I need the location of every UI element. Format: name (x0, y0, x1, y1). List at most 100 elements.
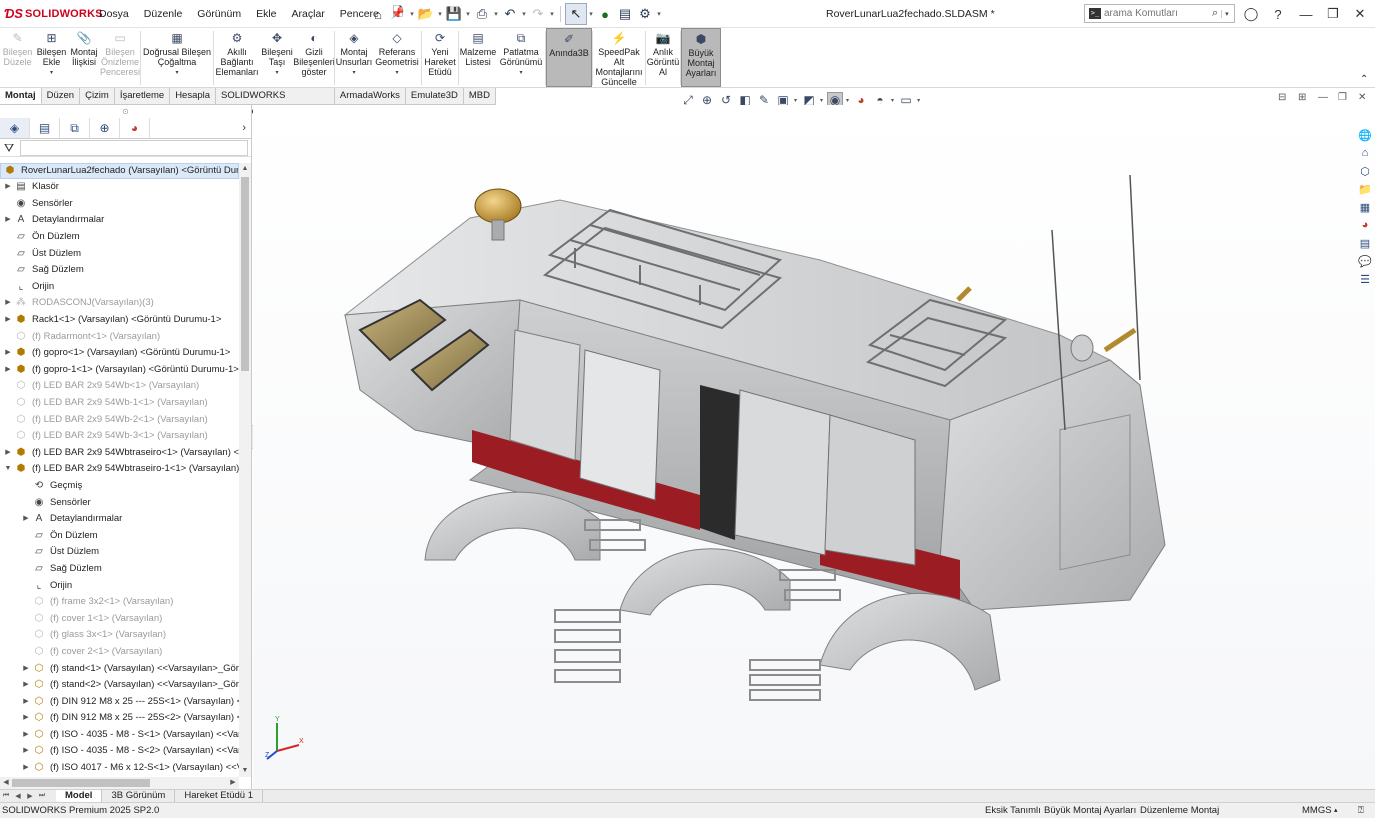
tree-item[interactable]: ◉ Sensörler (0, 196, 239, 213)
task-list-icon[interactable]: ☰ (1356, 270, 1374, 288)
tab-prev-icon[interactable]: ◀ (12, 792, 24, 800)
expand-arrow-icon[interactable]: ▶ (20, 677, 32, 693)
tree-item[interactable]: ▱ Sağ Düzlem (0, 262, 239, 279)
expand-arrow-icon[interactable]: ▶ (20, 511, 32, 527)
ribbon-show-hidden-button[interactable]: ◐ Gizli Bileşenleri göster (293, 28, 335, 87)
chevron-right-icon[interactable]: › (242, 118, 246, 138)
tree-item[interactable]: ▶ ⬡ (f) stand<2> (Varsayılan) <<Varsayılan… (0, 677, 239, 694)
restore-icon[interactable]: ❐ (1323, 4, 1343, 24)
ribbon-mate-button[interactable]: 📎 Montaj İlişkisi (68, 28, 100, 87)
ribbon-snapshot-button[interactable]: 📷 Anlık Görüntü Al (646, 28, 680, 87)
tree-item[interactable]: ▶ ⬢ (f) gopro<1> (Varsayılan) <Görüntü Dur… (0, 345, 239, 362)
tree-item[interactable]: ▶ ⬡ (f) ISO - 4035 - M8 - S<2> (Varsayılan… (0, 743, 239, 760)
tree-item[interactable]: ▱ Üst Düzlem (0, 245, 239, 262)
forum-icon[interactable]: 💬 (1356, 252, 1374, 270)
tree-item[interactable]: ⬡ (f) LED BAR 2x9 54Wb-3<1> (Varsayılan) (0, 428, 239, 445)
display-manager-icon[interactable]: ◕ (120, 118, 150, 138)
tree-horizontal-scrollbar[interactable]: ◀ ▶ (0, 777, 239, 789)
expand-arrow-icon[interactable]: ▶ (20, 743, 32, 759)
feature-manager-tree-icon[interactable]: ◈ (0, 118, 30, 138)
tree-item[interactable]: ▶ ⬢ (f) LED BAR 2x9 54Wbtraseiro<1> (Varsa… (0, 445, 239, 462)
print-icon[interactable]: ⎙ (472, 4, 492, 24)
collapse-arrow-icon[interactable]: ▼ (2, 461, 14, 477)
tree-item[interactable]: ⬡ (f) LED BAR 2x9 54Wb-1<1> (Varsayılan) (0, 395, 239, 412)
expand-arrow-icon[interactable]: ▶ (20, 710, 32, 726)
ribbon-component-preview-button[interactable]: ▭ Bileşen Önizleme Penceresi (100, 28, 140, 87)
tab-8[interactable]: MBD (464, 88, 496, 104)
bottom-tab-2[interactable]: Hareket Etüdü 1 (175, 790, 263, 802)
menu-item-0[interactable]: Dosya (92, 0, 137, 28)
expand-arrow-icon[interactable]: ▶ (2, 362, 14, 378)
menu-item-2[interactable]: Görünüm (190, 0, 249, 28)
ribbon-insert-component-button[interactable]: ⊞ Bileşen Ekle ▾ (35, 28, 68, 87)
tree-item[interactable]: ⌞ Orijin (0, 279, 239, 296)
tab-last-icon[interactable]: ⏭ (36, 792, 48, 800)
expand-arrow-icon[interactable]: ▶ (20, 661, 32, 677)
scroll-up-icon[interactable]: ▲ (239, 163, 251, 175)
tree-vertical-scrollbar[interactable]: ▲ ▼ (239, 163, 251, 777)
expand-arrow-icon[interactable]: ▶ (2, 345, 14, 361)
redo-icon[interactable]: ↷ (528, 4, 548, 24)
filter-icon[interactable]: ⛛ (4, 139, 14, 157)
save-icon[interactable]: 💾 (444, 4, 464, 24)
viewport-minimize-icon[interactable]: — (1318, 92, 1328, 103)
tree-item[interactable]: ▶ ⬢ Rack1<1> (Varsayılan) <Görüntü Durumu-… (0, 312, 239, 329)
select-dropdown-icon[interactable]: ▾ (587, 10, 595, 18)
view-orientation-dropdown-icon[interactable]: ▾ (794, 97, 797, 104)
property-manager-icon[interactable]: ▤ (30, 118, 60, 138)
viewport-expand-icon[interactable]: ⊞ (1298, 92, 1306, 103)
tree-item[interactable]: ⬡ (f) cover 1<1> (Varsayılan) (0, 610, 239, 627)
tree-item[interactable]: ⌞ Orijin (0, 577, 239, 594)
tree-item[interactable]: ⬡ (f) LED BAR 2x9 54Wb<1> (Varsayılan) (0, 378, 239, 395)
save-dropdown-icon[interactable]: ▾ (464, 10, 472, 18)
design-library-icon[interactable]: ⬡ (1356, 162, 1374, 180)
ribbon-move-component-button[interactable]: ✥ Bileşeni Taşı ▾ (260, 28, 294, 87)
print-dropdown-icon[interactable]: ▾ (492, 10, 500, 18)
redo-dropdown-icon[interactable]: ▾ (548, 10, 556, 18)
view-settings-dropdown-icon[interactable]: ▾ (917, 97, 920, 104)
tree-item[interactable]: ◉ Sensörler (0, 494, 239, 511)
help-icon[interactable]: ? (1268, 4, 1288, 24)
expand-arrow-icon[interactable]: ▶ (2, 179, 14, 195)
tree-item[interactable]: ▶ A Detaylandırmalar (0, 511, 239, 528)
new-dropdown-icon[interactable]: ▾ (408, 10, 416, 18)
dropdown-caret-icon[interactable]: ▾ (175, 68, 178, 78)
solidworks-logo[interactable]: ƊS SOLIDWORKS (0, 0, 103, 28)
tab-next-icon[interactable]: ▶ (24, 792, 36, 800)
hide-show-dropdown-icon[interactable]: ▾ (846, 97, 849, 104)
tree-item[interactable]: ▶ ▤ Klasör (0, 179, 239, 196)
tab-0[interactable]: Montaj (0, 88, 42, 104)
command-search[interactable]: >_ ⌕ ▾ (1084, 4, 1235, 23)
tree-item[interactable]: ▶ ⬡ (f) DIN 912 M8 x 25 --- 25S<2> (Varsay… (0, 710, 239, 727)
status-large-assembly[interactable]: Büyük Montaj Ayarları (1044, 803, 1136, 818)
scroll-down-icon[interactable]: ▼ (239, 765, 251, 777)
open-dropdown-icon[interactable]: ▾ (436, 10, 444, 18)
ribbon-reference-geometry-button[interactable]: ◇ Referans Geometrisi ▾ (373, 28, 421, 87)
tree-item[interactable]: ▼ ⬢ (f) LED BAR 2x9 54Wbtraseiro-1<1> (Var… (0, 461, 239, 478)
filter-input[interactable] (20, 139, 249, 156)
ribbon-linear-pattern-button[interactable]: ▦ Doğrusal Bileşen Çoğaltma ▾ (141, 28, 213, 87)
new-document-icon[interactable]: 🗋 (388, 4, 408, 24)
tree-item[interactable]: ▱ Ön Düzlem (0, 229, 239, 246)
tab-4[interactable]: Hesapla (170, 88, 217, 104)
ribbon-smart-fasteners-button[interactable]: ⚙ Akıllı Bağlantı Elemanları (214, 28, 260, 87)
ribbon-bom-button[interactable]: ▤ Malzeme Listesi (459, 28, 497, 87)
bottom-tab-1[interactable]: 3B Görünüm (102, 790, 176, 802)
viewport-restore-icon[interactable]: ❐ (1338, 92, 1347, 103)
tree-item[interactable]: ▶ ⁂ RODASCONJ(Varsayılan)(3) (0, 295, 239, 312)
expand-arrow-icon[interactable]: ▶ (2, 212, 14, 228)
dropdown-caret-icon[interactable]: ▾ (352, 68, 355, 78)
undo-icon[interactable]: ↶ (500, 4, 520, 24)
apply-scene-dropdown-icon[interactable]: ▾ (891, 97, 894, 104)
view-palette-icon[interactable]: ▦ (1356, 198, 1374, 216)
viewport-close-icon[interactable]: ✕ (1358, 92, 1366, 103)
solidworks-resources-icon[interactable]: 🌐 (1356, 126, 1374, 144)
bottom-tab-0[interactable]: Model (56, 790, 103, 802)
scroll-thumb[interactable] (241, 177, 249, 371)
dropdown-caret-icon[interactable]: ▾ (519, 68, 522, 78)
minimize-icon[interactable]: — (1296, 4, 1316, 24)
tree-item[interactable]: ▶ ⬡ (f) ISO 4017 - M6 x 12-S<1> (Varsayıla… (0, 760, 239, 777)
file-properties-icon[interactable]: ▤ (615, 4, 635, 24)
open-folder-icon[interactable]: 📂 (416, 4, 436, 24)
dropdown-caret-icon[interactable]: ▾ (395, 68, 398, 78)
